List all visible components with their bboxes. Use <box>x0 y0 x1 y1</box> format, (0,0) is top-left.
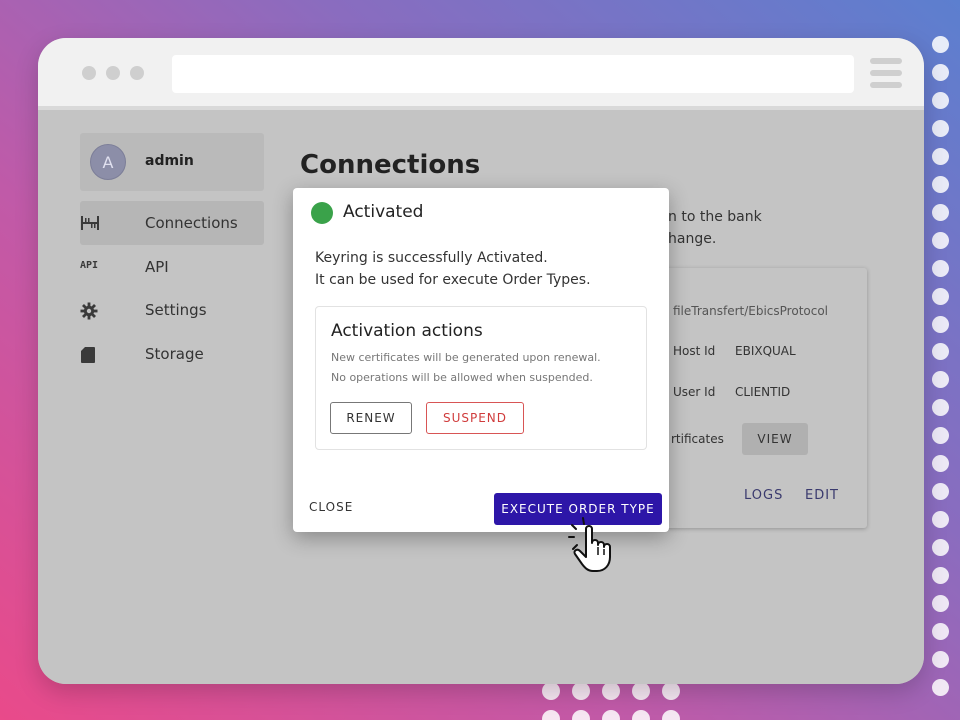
status-indicator-icon <box>311 202 333 224</box>
host-id-value: EBIXQUAL <box>735 344 796 358</box>
view-certificates-button[interactable]: VIEW <box>742 423 808 455</box>
api-icon: API <box>80 260 99 271</box>
sidebar-item-label: Storage <box>145 345 204 363</box>
connection-protocol: fileTransfert/EbicsProtocol <box>673 304 829 318</box>
page-title: Connections <box>300 150 481 180</box>
dialog-message-line: Keyring is successfully Activated. <box>315 250 548 266</box>
host-id-label: Host Id <box>673 344 716 358</box>
avatar: A <box>90 144 126 180</box>
window-dot-icon <box>130 66 144 80</box>
sidebar-item-label: Connections <box>145 214 238 232</box>
hand-pointer-cursor-icon <box>568 515 628 575</box>
suspend-button[interactable]: SUSPEND <box>426 402 524 434</box>
browser-titlebar <box>38 38 924 110</box>
user-id-label: User Id <box>673 385 716 399</box>
sidebar-item-api[interactable]: API API <box>80 245 264 289</box>
user-profile[interactable]: A admin <box>80 133 264 191</box>
sidebar-item-settings[interactable]: Settings <box>80 288 264 332</box>
user-id-value: CLIENTID <box>735 385 791 399</box>
address-bar[interactable] <box>172 55 854 93</box>
menu-icon[interactable] <box>870 58 902 90</box>
page-description-line: n to the bank <box>668 209 762 225</box>
page-description-line: hange. <box>668 231 717 247</box>
sd-card-icon <box>80 346 100 363</box>
sidebar-item-connections[interactable]: Connections <box>80 201 264 245</box>
connections-icon <box>80 215 100 231</box>
activation-dialog: Activated Keyring is successfully Activa… <box>293 188 669 532</box>
dialog-title: Activated <box>343 202 424 222</box>
activation-actions-panel: Activation actions New certificates will… <box>315 306 647 450</box>
renew-button[interactable]: RENEW <box>330 402 412 434</box>
sidebar-item-label: API <box>145 258 169 276</box>
panel-help-text: New certificates will be generated upon … <box>331 351 601 364</box>
page-description: n to the bank hange. <box>668 206 762 250</box>
certificates-label: rtificates <box>671 432 724 446</box>
username: admin <box>145 153 194 169</box>
panel-help-text: No operations will be allowed when suspe… <box>331 371 593 384</box>
edit-button[interactable]: EDIT <box>805 488 839 503</box>
dialog-message-line: It can be used for execute Order Types. <box>315 272 591 288</box>
decorative-dots-right <box>930 36 950 696</box>
sidebar-item-label: Settings <box>145 301 207 319</box>
window-dot-icon <box>106 66 120 80</box>
gear-icon <box>80 302 100 320</box>
panel-title: Activation actions <box>331 321 483 341</box>
window-dot-icon <box>82 66 96 80</box>
sidebar-item-storage[interactable]: Storage <box>80 332 264 376</box>
decorative-dots-bottom <box>542 682 692 720</box>
close-button[interactable]: CLOSE <box>309 500 353 514</box>
logs-button[interactable]: LOGS <box>744 488 783 503</box>
